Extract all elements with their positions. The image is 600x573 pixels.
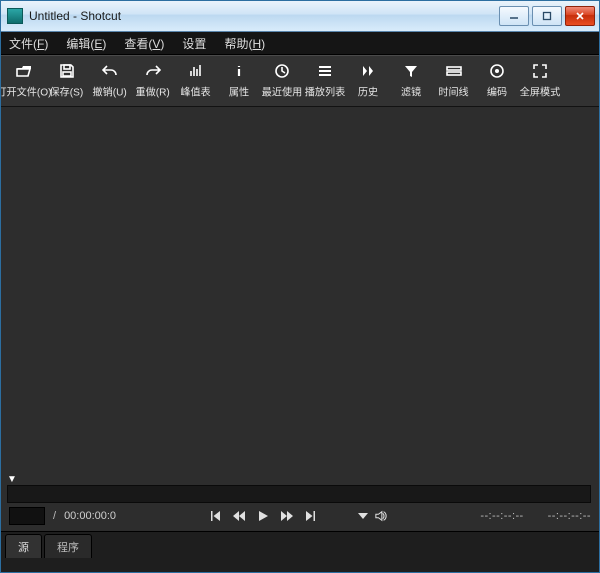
tool-save[interactable]: 保存(S) (46, 60, 87, 104)
window-controls (499, 6, 595, 26)
tool-open[interactable]: 打开文件(O) (3, 60, 44, 104)
menubar: 文件(F) 编辑(E) 查看(V) 设置 帮助(H) (1, 32, 599, 55)
menu-view[interactable]: 查看(V) (120, 33, 168, 54)
minimize-icon (509, 11, 519, 21)
tool-fullscreen[interactable]: 全屏模式 (519, 60, 560, 104)
app-icon (7, 8, 23, 24)
scrub-area: ▼ (1, 475, 599, 501)
menu-edit[interactable]: 编辑(E) (62, 33, 110, 54)
scrub-track[interactable] (7, 485, 591, 503)
tool-fullscreen-label: 全屏模式 (519, 85, 559, 100)
tool-redo[interactable]: 重做(R) (132, 60, 173, 104)
play-button[interactable] (257, 510, 269, 522)
toolbar: 打开文件(O) 保存(S) 撤销(U) 重做(R) 峰值表 属性 最近使用 播 (1, 55, 599, 107)
tool-history-label: 历史 (357, 85, 377, 100)
tool-peak-meter[interactable]: 峰值表 (175, 60, 216, 104)
titlebar: Untitled - Shotcut (1, 1, 599, 32)
tool-properties-label: 属性 (228, 85, 248, 100)
speaker-icon (375, 510, 387, 522)
tool-undo[interactable]: 撤销(U) (89, 60, 130, 104)
tool-filters[interactable]: 滤镜 (390, 60, 431, 104)
timecode-out: --:--:--:-- (548, 510, 591, 522)
skip-end-button[interactable] (305, 510, 317, 522)
volume-control[interactable] (357, 510, 387, 522)
save-icon (59, 62, 75, 80)
timeline-icon (446, 62, 462, 80)
rewind-button[interactable] (233, 510, 245, 522)
maximize-button[interactable] (532, 6, 562, 26)
history-icon (360, 62, 376, 80)
tool-encode-label: 编码 (486, 85, 506, 100)
clock-icon (274, 62, 290, 80)
tool-playlist-label: 播放列表 (304, 85, 344, 100)
skip-start-button[interactable] (209, 510, 221, 522)
tool-filters-label: 滤镜 (400, 85, 420, 100)
menu-file[interactable]: 文件(F) (5, 33, 52, 54)
tool-redo-label: 重做(R) (135, 85, 169, 100)
playback-controls (124, 510, 472, 522)
maximize-icon (542, 11, 552, 21)
minimize-button[interactable] (499, 6, 529, 26)
info-icon (231, 62, 247, 80)
tool-timeline-label: 时间线 (438, 85, 468, 100)
tool-recent[interactable]: 最近使用 (261, 60, 302, 104)
tool-encode[interactable]: 编码 (476, 60, 517, 104)
window-title: Untitled - Shotcut (29, 9, 121, 23)
folder-open-icon (16, 62, 32, 80)
encode-icon (489, 62, 505, 80)
tool-timeline[interactable]: 时间线 (433, 60, 474, 104)
tool-open-label: 打开文件(O) (1, 85, 51, 100)
tool-peak-label: 峰值表 (180, 85, 210, 100)
fast-forward-button[interactable] (281, 510, 293, 522)
playhead-marker[interactable]: ▼ (7, 474, 17, 485)
tool-history[interactable]: 历史 (347, 60, 388, 104)
timecode-readouts: --:--:--:-- --:--:--:-- (480, 510, 591, 522)
tab-program[interactable]: 程序 (44, 534, 92, 558)
app-window: Untitled - Shotcut 文件(F) 编辑(E) 查看(V) 设置 … (0, 0, 600, 573)
preview-tabs: 源 程序 (1, 531, 599, 558)
playlist-icon (317, 62, 333, 80)
transport-bar: / 00:00:00:0 --:--:--:-- --:--:--:-- (1, 501, 599, 531)
menu-help[interactable]: 帮助(H) (220, 33, 269, 54)
tool-recent-label: 最近使用 (261, 85, 301, 100)
redo-icon (145, 62, 161, 80)
peak-meter-icon (188, 62, 204, 80)
fullscreen-icon (532, 62, 548, 80)
tool-undo-label: 撤销(U) (92, 85, 126, 100)
close-icon (575, 11, 585, 21)
timecode-separator: / (53, 510, 56, 522)
preview-canvas[interactable] (1, 107, 599, 475)
statusbar (1, 558, 599, 572)
timecode-in: --:--:--:-- (480, 510, 523, 522)
tool-save-label: 保存(S) (50, 85, 84, 100)
filter-icon (403, 62, 419, 80)
timecode-input[interactable] (9, 507, 45, 525)
close-button[interactable] (565, 6, 595, 26)
chevron-down-icon (357, 510, 369, 522)
undo-icon (102, 62, 118, 80)
tool-playlist[interactable]: 播放列表 (304, 60, 345, 104)
timecode-duration: 00:00:00:0 (64, 510, 116, 522)
tool-properties[interactable]: 属性 (218, 60, 259, 104)
menu-settings[interactable]: 设置 (178, 33, 210, 54)
tab-source[interactable]: 源 (5, 534, 42, 558)
